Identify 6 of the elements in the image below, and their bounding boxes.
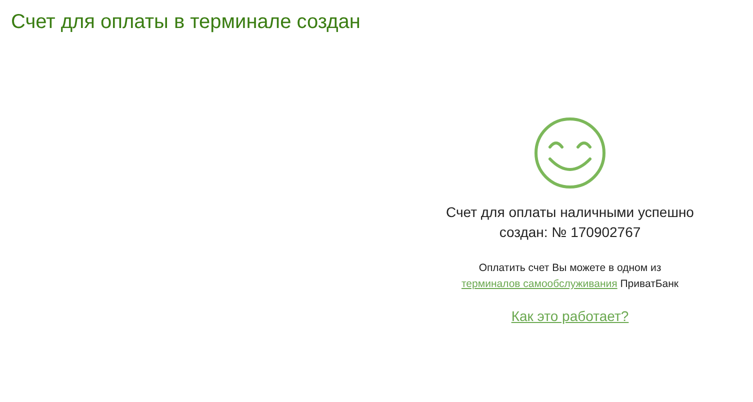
smiley-icon (533, 116, 607, 190)
how-it-works-link[interactable]: Как это работает? (511, 308, 629, 324)
payment-note: Оплатить счет Вы можете в одном из терминалов самообслуживания ПриватБанк (460, 261, 680, 292)
page-title: Счет для оплаты в терминале создан (10, 10, 362, 34)
terminals-link[interactable]: терминалов самообслуживания (461, 278, 618, 290)
success-message: Счет для оплаты наличными успешно создан: № 170902767 (445, 203, 695, 242)
